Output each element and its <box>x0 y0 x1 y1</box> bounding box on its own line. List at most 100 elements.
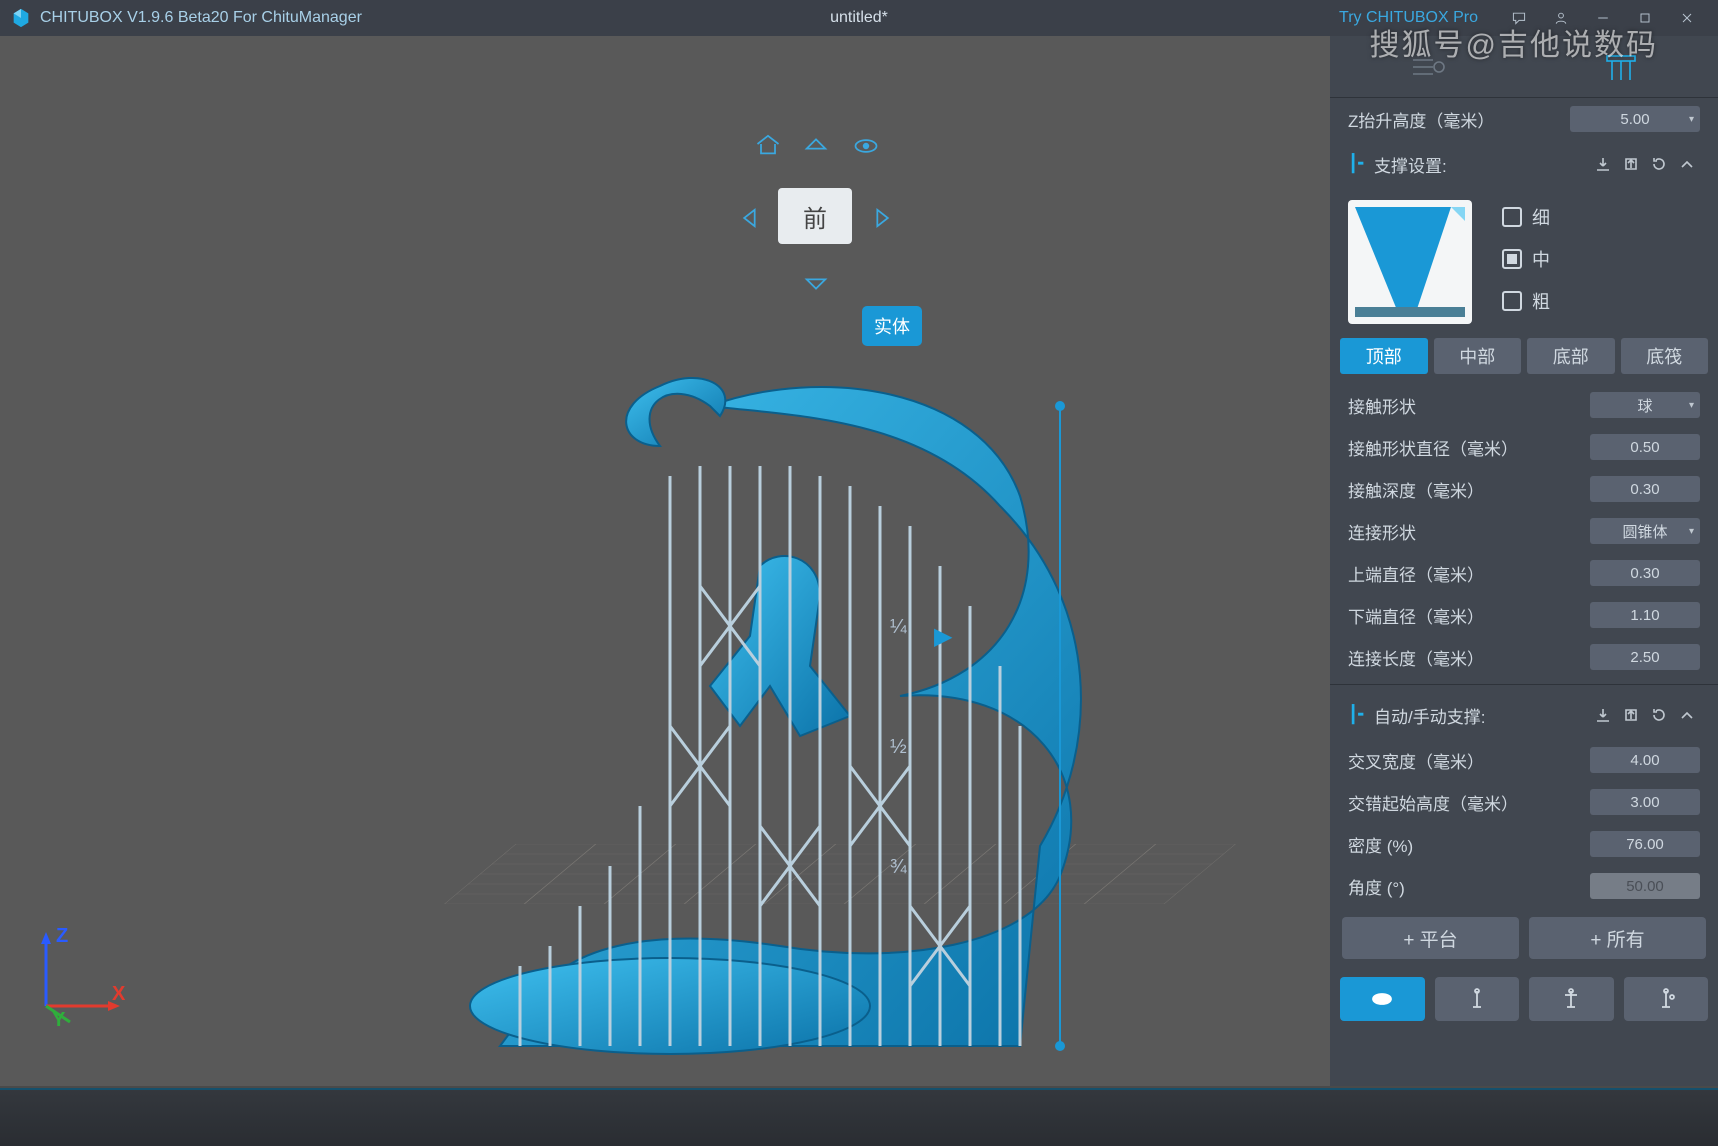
support-settings-header: ┃╸ 支撑设置: <box>1330 140 1718 188</box>
window-minimize-icon[interactable] <box>1582 6 1624 30</box>
support-header-icon: ┃╸ <box>1348 154 1368 174</box>
support-section-tabs: 顶部 中部 底部 底筏 <box>1330 332 1718 384</box>
account-icon[interactable] <box>1540 6 1582 30</box>
param-value[interactable]: 0.30 <box>1590 476 1700 502</box>
add-all-button[interactable]: + 所有 <box>1529 917 1706 959</box>
tool-visibility-icon[interactable] <box>1340 977 1425 1021</box>
window-close-icon[interactable] <box>1666 6 1708 30</box>
param-row: 交叉宽度（毫米）4.00 <box>1330 739 1718 781</box>
size-medium[interactable]: 中 <box>1502 246 1550 272</box>
support-size-options: 细 中 粗 <box>1502 200 1550 324</box>
view-front-button[interactable]: 前 <box>778 188 852 244</box>
param-value[interactable]: 76.00 <box>1590 831 1700 857</box>
workspace: 前 实体 ▶ ¼ ½ ¾ Z X Y Z抬升高度（毫米） 5.00▾ <box>0 36 1718 1086</box>
seg-mid[interactable]: 中部 <box>1434 338 1522 374</box>
param-label: 接触形状 <box>1348 393 1590 418</box>
param-row: 接触深度（毫米）0.30 <box>1330 468 1718 510</box>
import-icon[interactable] <box>1590 151 1616 177</box>
axis-z-label: Z <box>56 926 68 947</box>
axis-y-label: Y <box>52 1009 66 1026</box>
scale-q1: ¼ <box>890 616 907 639</box>
size-thin[interactable]: 细 <box>1502 204 1550 230</box>
tool-remove-support-icon[interactable] <box>1529 977 1614 1021</box>
viewport-3d[interactable]: 前 实体 ▶ ¼ ½ ¾ Z X Y <box>0 36 1330 1086</box>
view-compass: 前 <box>720 126 910 316</box>
param-label: 接触深度（毫米） <box>1348 477 1590 502</box>
collapse-icon[interactable] <box>1674 702 1700 728</box>
param-value[interactable]: 4.00 <box>1590 747 1700 773</box>
slice-scale[interactable]: ▶ ¼ ½ ¾ <box>890 586 932 966</box>
tab-settings[interactable] <box>1330 36 1524 97</box>
view-up-icon[interactable] <box>798 126 834 162</box>
checkbox-icon[interactable] <box>1502 291 1522 311</box>
param-row: 下端直径（毫米）1.10 <box>1330 594 1718 636</box>
checkbox-icon[interactable] <box>1502 249 1522 269</box>
auto-manual-label: 自动/手动支撑: <box>1374 703 1588 728</box>
generate-buttons: + 平台 + 所有 <box>1330 907 1718 969</box>
slice-handle-icon[interactable]: ▶ <box>934 622 952 651</box>
scale-q2: ½ <box>890 736 907 759</box>
param-label: 连接长度（毫米） <box>1348 645 1590 670</box>
document-title: untitled* <box>830 9 888 27</box>
app-title: CHITUBOX V1.9.6 Beta20 For ChituManager <box>40 9 362 27</box>
tool-add-support-icon[interactable] <box>1435 977 1520 1021</box>
seg-raft[interactable]: 底筏 <box>1621 338 1709 374</box>
add-platform-button[interactable]: + 平台 <box>1342 917 1519 959</box>
top-params: 接触形状球▾接触形状直径（毫米）0.50接触深度（毫米）0.30连接形状圆锥体▾… <box>1330 384 1718 678</box>
param-row: 角度 (°)50.00 <box>1330 865 1718 907</box>
axis-x-label: X <box>112 983 126 1005</box>
scale-q3: ¾ <box>890 856 907 879</box>
import-icon[interactable] <box>1590 702 1616 728</box>
size-thick[interactable]: 粗 <box>1502 288 1550 314</box>
auto-header-icon: ┃╸ <box>1348 705 1368 725</box>
param-label: 角度 (°) <box>1348 874 1590 899</box>
param-value[interactable]: 0.50 <box>1590 434 1700 460</box>
collapse-icon[interactable] <box>1674 151 1700 177</box>
param-row: 接触形状直径（毫米）0.50 <box>1330 426 1718 468</box>
display-solid-badge[interactable]: 实体 <box>862 306 922 346</box>
tool-edit-support-icon[interactable] <box>1624 977 1709 1021</box>
param-label: 交叉宽度（毫米） <box>1348 748 1590 773</box>
view-perspective-icon[interactable] <box>848 128 884 164</box>
param-row: 接触形状球▾ <box>1330 384 1718 426</box>
feedback-icon[interactable] <box>1498 6 1540 30</box>
view-home-icon[interactable] <box>750 126 786 162</box>
param-label: 上端直径（毫米） <box>1348 561 1590 586</box>
tab-supports[interactable] <box>1524 36 1718 97</box>
build-stage <box>60 146 1240 1036</box>
checkbox-icon[interactable] <box>1502 207 1522 227</box>
view-left-icon[interactable] <box>732 200 768 236</box>
panel-tabs <box>1330 36 1718 98</box>
param-label: 下端直径（毫米） <box>1348 603 1590 628</box>
try-pro-link[interactable]: Try CHITUBOX Pro <box>1339 9 1478 27</box>
param-value[interactable]: 2.50 <box>1590 644 1700 670</box>
param-value[interactable]: 3.00 <box>1590 789 1700 815</box>
support-preview-thumb <box>1348 200 1472 324</box>
param-value[interactable]: 球▾ <box>1590 392 1700 418</box>
param-row: 上端直径（毫米）0.30 <box>1330 552 1718 594</box>
export-icon[interactable] <box>1618 702 1644 728</box>
reset-icon[interactable] <box>1646 702 1672 728</box>
export-icon[interactable] <box>1618 151 1644 177</box>
param-value[interactable]: 圆锥体▾ <box>1590 518 1700 544</box>
side-panel: Z抬升高度（毫米） 5.00▾ ┃╸ 支撑设置: 细 中 粗 顶部 中部 底部 <box>1330 36 1718 1086</box>
view-down-icon[interactable] <box>798 266 834 302</box>
support-settings-label: 支撑设置: <box>1374 152 1588 177</box>
seg-bottom[interactable]: 底部 <box>1527 338 1615 374</box>
z-lift-value[interactable]: 5.00▾ <box>1570 106 1700 132</box>
param-label: 接触形状直径（毫米） <box>1348 435 1590 460</box>
window-maximize-icon[interactable] <box>1624 6 1666 30</box>
seg-top[interactable]: 顶部 <box>1340 338 1428 374</box>
param-value[interactable]: 50.00 <box>1590 873 1700 899</box>
reset-icon[interactable] <box>1646 151 1672 177</box>
param-value[interactable]: 1.10 <box>1590 602 1700 628</box>
param-label: 交错起始高度（毫米） <box>1348 790 1590 815</box>
param-label: 连接形状 <box>1348 519 1590 544</box>
auto-params: 交叉宽度（毫米）4.00交错起始高度（毫米）3.00密度 (%)76.00角度 … <box>1330 739 1718 907</box>
progress-bar <box>0 1088 1718 1090</box>
param-row: 连接形状圆锥体▾ <box>1330 510 1718 552</box>
model-render <box>460 306 1180 1106</box>
param-value[interactable]: 0.30 <box>1590 560 1700 586</box>
view-right-icon[interactable] <box>864 200 900 236</box>
status-bar <box>0 1088 1718 1146</box>
